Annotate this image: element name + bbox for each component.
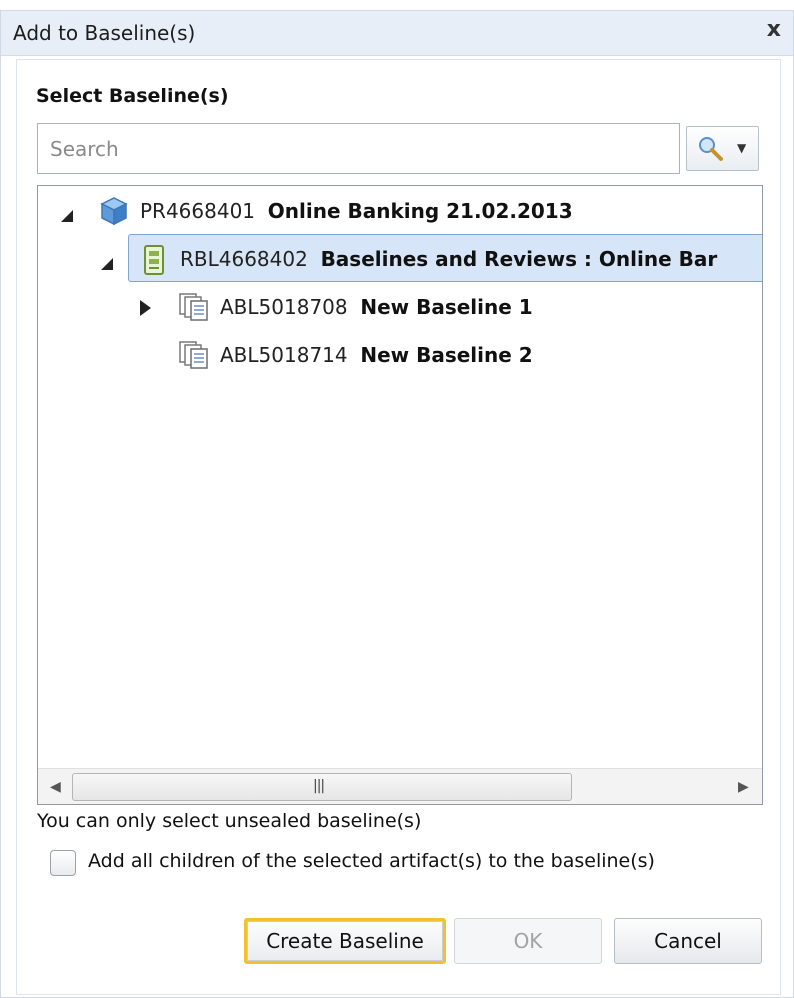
ok-button[interactable]: OK (454, 918, 602, 964)
tree-node-baseline-folder[interactable]: RBL4668402 Baselines and Reviews : Onlin… (38, 236, 762, 282)
tree-node-label: ABL5018708 New Baseline 1 (220, 295, 533, 319)
tree-node-baseline-1[interactable]: ABL5018708 New Baseline 1 (38, 284, 762, 330)
tree-node-label: PR4668401 Online Banking 21.02.2013 (140, 199, 573, 223)
tree-node-label: RBL4668402 Baselines and Reviews : Onlin… (180, 247, 717, 271)
tree-node-project[interactable]: PR4668401 Online Banking 21.02.2013 (38, 188, 762, 234)
node-name: New Baseline 1 (360, 295, 533, 319)
node-name: Baselines and Reviews : Online Bar (320, 247, 718, 271)
scroll-grip: ||| (313, 778, 325, 794)
baseline-tree[interactable]: PR4668401 Online Banking 21.02.2013 RBL4… (37, 185, 763, 805)
search-input[interactable] (37, 123, 680, 174)
baseline-folder-icon (142, 244, 166, 281)
search-options-button[interactable]: ▼ (686, 126, 759, 171)
node-name: New Baseline 2 (360, 343, 533, 367)
collapse-triangle-icon[interactable] (60, 204, 76, 222)
project-cube-icon (98, 195, 130, 232)
create-baseline-button[interactable]: Create Baseline (244, 918, 446, 964)
node-id: ABL5018714 (220, 343, 348, 367)
collapse-triangle-icon[interactable] (100, 252, 116, 270)
tree-node-baseline-2[interactable]: ABL5018714 New Baseline 2 (38, 332, 762, 378)
node-id: PR4668401 (140, 199, 256, 223)
dialog-titlebar: Add to Baseline(s) x (1, 11, 793, 56)
node-name: Online Banking 21.02.2013 (267, 199, 573, 223)
scrollbar-thumb[interactable]: ||| (72, 773, 572, 801)
node-id: RBL4668402 (180, 247, 308, 271)
expand-triangle-icon[interactable] (138, 298, 154, 316)
baseline-doc-icon (178, 292, 210, 327)
baseline-doc-icon (178, 340, 210, 375)
node-id: ABL5018708 (220, 295, 348, 319)
chevron-down-icon: ▼ (737, 141, 747, 155)
cancel-button[interactable]: Cancel (614, 918, 762, 964)
close-button[interactable]: x (767, 17, 781, 42)
dialog-title: Add to Baseline(s) (13, 21, 196, 45)
add-children-checkbox[interactable] (50, 850, 76, 876)
tree-node-label: ABL5018714 New Baseline 2 (220, 343, 533, 367)
scroll-right-icon[interactable]: ▶ (738, 779, 749, 795)
section-label: Select Baseline(s) (36, 85, 229, 107)
scroll-left-icon[interactable]: ◀ (50, 779, 61, 795)
add-children-label[interactable]: Add all children of the selected artifac… (88, 850, 655, 872)
magnifier-icon (697, 135, 725, 167)
horizontal-scrollbar[interactable]: ◀ ||| ▶ (38, 768, 762, 804)
unsealed-hint: You can only select unsealed baseline(s) (37, 810, 422, 832)
